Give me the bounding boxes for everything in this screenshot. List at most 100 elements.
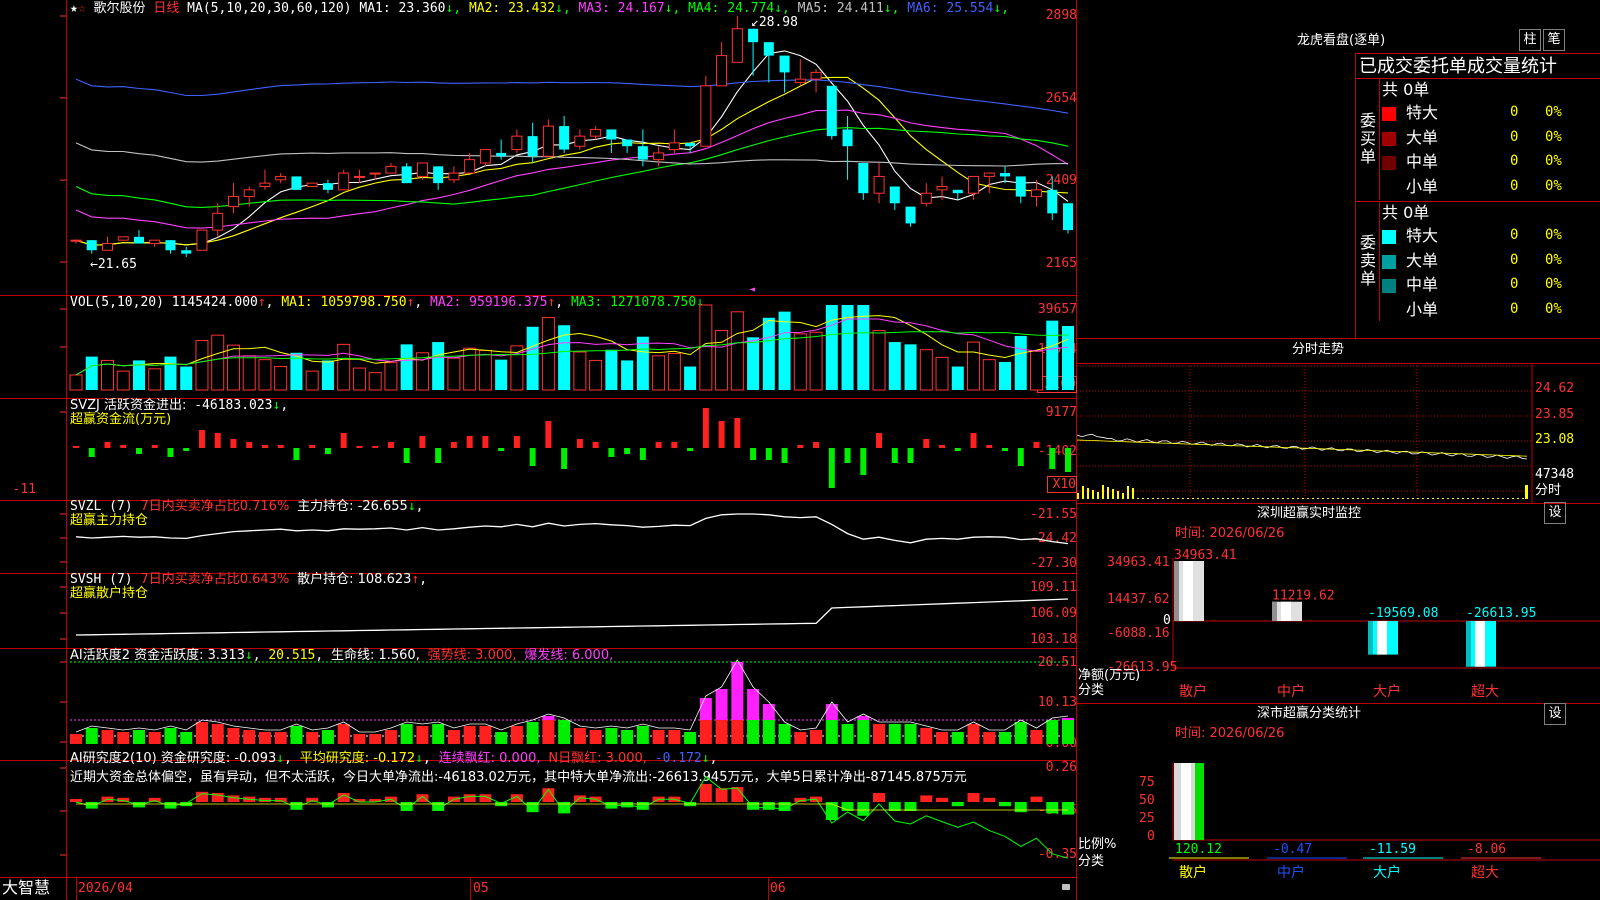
lock-icon[interactable]: [1062, 884, 1070, 890]
activity-bar: [195, 722, 208, 744]
monitor-bar: [1174, 561, 1204, 621]
flow-bar: [624, 448, 631, 454]
intraday-volume-bar: [1252, 498, 1254, 499]
ma-line-20: [75, 109, 1069, 229]
fund-flow-chart[interactable]: [0, 398, 1077, 500]
candle-body: [936, 185, 948, 191]
volume-bar: [919, 349, 933, 391]
activity-chart[interactable]: [0, 648, 1077, 760]
activity-bar: [510, 726, 523, 744]
intraday-volume-bar: [1227, 498, 1229, 499]
intraday-avg-line: [1077, 439, 1528, 457]
activity-bar: [447, 730, 460, 744]
bar-shade: [1272, 601, 1277, 621]
intraday-volume-bar: [1422, 498, 1424, 499]
order-count: 0: [1510, 276, 1519, 292]
candle-body: [511, 135, 523, 151]
flow-bar: [167, 448, 174, 457]
activity-bar: [274, 732, 287, 744]
monitor-category: 大户: [1373, 683, 1401, 700]
intraday-volume-bar: [1525, 485, 1528, 499]
activity-bar: [117, 732, 130, 744]
volume-bar: [730, 311, 744, 391]
class-chart[interactable]: 120.12 散户 -0.47 中户 -11.59 大户 -8.06 超大: [1077, 703, 1600, 900]
candle-body: [590, 128, 602, 137]
flow-bar: [545, 421, 552, 448]
candle-body: [779, 55, 790, 73]
research-bar: [967, 793, 980, 802]
activity-bar: [605, 728, 618, 744]
flow-bar: [939, 445, 946, 448]
class-bar-value: -11.59: [1369, 842, 1416, 857]
volume-ma-line: [75, 318, 1069, 376]
monitor-bar-value: 11219.62: [1272, 589, 1335, 604]
candle-body: [133, 236, 144, 244]
intraday-volume-bar: [1197, 498, 1199, 499]
class-bar-highlight: [1181, 763, 1191, 840]
intraday-volume-bar: [1517, 498, 1519, 499]
intraday-volume-bar: [1202, 498, 1204, 499]
activity-bar-top: [715, 689, 728, 720]
flow-bar: [1049, 448, 1056, 469]
flow-bar: [561, 448, 568, 469]
intraday-volume-bar: [1237, 498, 1239, 499]
activity-bar: [810, 730, 823, 744]
flow-bar: [876, 433, 883, 448]
flow-bar: [293, 448, 300, 460]
tick-mode-button[interactable]: 笔: [1543, 29, 1565, 51]
activity-bar: [1014, 722, 1027, 744]
flow-bar: [230, 439, 237, 448]
activity-line: [75, 659, 1069, 733]
flow-bar: [356, 446, 363, 448]
intraday-volume-bar: [1397, 498, 1399, 499]
candle-body: [117, 236, 129, 241]
volume-bar: [857, 305, 870, 390]
activity-bar: [778, 724, 791, 744]
intraday-volume-bar: [1362, 498, 1364, 499]
activity-bar-top: [542, 716, 555, 720]
intraday-chart[interactable]: [1077, 363, 1600, 503]
intraday-volume-bar: [1312, 498, 1314, 499]
flow-bar: [482, 436, 489, 448]
flow-bar: [435, 448, 442, 463]
activity-bar-top: [699, 698, 712, 720]
research-chart[interactable]: [0, 760, 1077, 877]
intraday-volume-bar: [1112, 489, 1114, 499]
flow-bar: [844, 448, 851, 463]
activity-bar: [983, 732, 996, 744]
activity-bar: [715, 720, 728, 744]
candle-body: [700, 85, 712, 147]
buy-total: 共 0单: [1382, 80, 1430, 99]
intraday-volume-bar: [1502, 498, 1504, 499]
bar-mode-button[interactable]: 柱: [1519, 29, 1541, 51]
flow-bar: [419, 436, 426, 448]
intraday-volume-bar: [1092, 490, 1094, 499]
flow-bar: [261, 445, 268, 448]
low-price-note: ←21.65: [90, 257, 137, 272]
volume-bar: [478, 349, 492, 391]
activity-bar: [526, 722, 539, 744]
retail-holding-chart[interactable]: [0, 573, 1077, 648]
candle-body: [826, 85, 837, 137]
main-chart-area[interactable]: ★☆ 歌尔股份 日线 MA(5,10,20,30,60,120) MA1: 23…: [0, 0, 1077, 900]
class-category: 超大: [1471, 865, 1499, 881]
order-count: 0: [1510, 128, 1519, 145]
intraday-volume-bar: [1217, 498, 1219, 499]
candlestick-chart[interactable]: ◄: [0, 0, 1077, 295]
candle-body: [227, 196, 239, 208]
flow-bar: [639, 448, 646, 460]
research-bar: [873, 793, 886, 802]
volume-bar: [605, 349, 618, 390]
flow-bar: [765, 448, 772, 460]
volume-bar: [747, 337, 760, 390]
activity-bar: [180, 732, 193, 744]
intraday-volume-bar: [1512, 498, 1514, 499]
main-holding-chart[interactable]: [0, 500, 1077, 573]
volume-chart[interactable]: [0, 295, 1077, 398]
candle-body: [479, 149, 491, 164]
monitor-category: 超大: [1471, 684, 1499, 700]
buy-side-label: 委买单: [1360, 111, 1377, 166]
candle-body: [1063, 203, 1073, 231]
activity-bar: [211, 724, 224, 744]
research-bar: [274, 797, 287, 802]
